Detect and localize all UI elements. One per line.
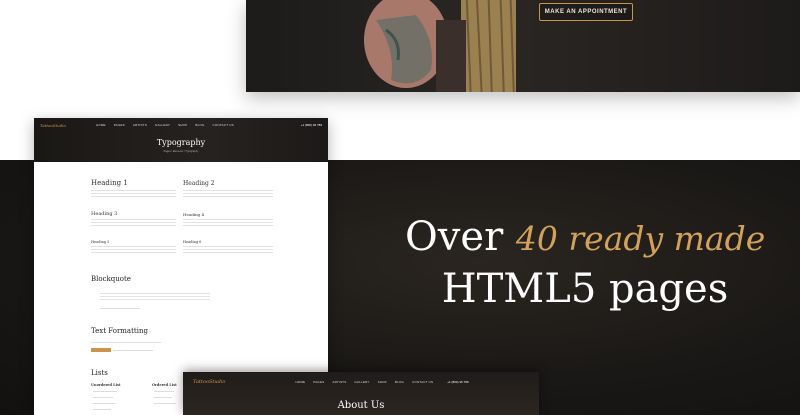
about-nav-home[interactable]: HOME: [295, 380, 305, 384]
blockquote-title: Blockquote: [91, 275, 131, 283]
heading-3-sample: Heading 3: [91, 211, 118, 217]
nav-phone: +1 (800) 36 789: [300, 123, 322, 127]
about-nav-phone: +1 (800) 36 789: [447, 380, 469, 384]
blockquote-text-lines: [100, 293, 210, 302]
text-formatting-title: Text Formatting: [91, 327, 148, 335]
typography-page-preview: TattooStudio HOME PAGES ARTISTS GALLERY …: [34, 118, 328, 415]
nav-item-shop[interactable]: SHOP: [178, 123, 187, 127]
nav-item-pages[interactable]: PAGES: [114, 123, 125, 127]
unordered-list-item: [93, 409, 111, 410]
unordered-list-title: Unordered List: [91, 383, 121, 387]
nav-item-blog[interactable]: BLOG: [195, 123, 204, 127]
about-page-title: About Us: [337, 400, 385, 411]
nav-item-gallery[interactable]: GALLERY: [155, 123, 170, 127]
blockquote-author: [100, 308, 140, 309]
about-navbar: TattooStudio HOME PAGES ARTISTS GALLERY …: [183, 378, 539, 386]
heading-6-text-lines: [183, 246, 273, 255]
tattoo-figure-image: [364, 0, 516, 92]
about-nav-shop[interactable]: SHOP: [378, 380, 387, 384]
breadcrumb: Pages / Elements / Typography: [163, 150, 199, 153]
lists-title: Lists: [91, 369, 108, 377]
headline-line-2: HTML5 pages: [441, 266, 729, 312]
heading-3-text-lines: [91, 219, 176, 228]
heading-6-sample: Heading 6: [183, 240, 202, 244]
typography-navbar: TattooStudio HOME PAGES ARTISTS GALLERY …: [34, 118, 328, 132]
about-nav-artists[interactable]: ARTISTS: [332, 380, 346, 384]
typography-page-title: Typography: [156, 138, 206, 147]
nav-item-home[interactable]: HOME: [96, 123, 106, 127]
typography-logo[interactable]: TattooStudio: [40, 123, 66, 128]
promo-headline: Over 40 ready made HTML5 pages: [405, 212, 765, 314]
ordered-list-item: [154, 391, 174, 392]
heading-1-sample: Heading 1: [91, 179, 128, 187]
nav-item-artists[interactable]: ARTISTS: [133, 123, 147, 127]
heading-4-sample: Heading 4: [183, 212, 205, 217]
hero-preview: MAKE AN APPOINTMENT: [246, 0, 800, 92]
unordered-list-item: [93, 397, 113, 398]
about-nav-gallery[interactable]: GALLERY: [354, 380, 369, 384]
ordered-list-title: Ordered List: [152, 383, 177, 387]
heading-2-sample: Heading 2: [183, 180, 215, 187]
headline-accent: 40 ready made: [515, 219, 766, 258]
ordered-list-item: [154, 403, 176, 404]
highlight-tag: [91, 348, 111, 352]
nav-item-contact[interactable]: CONTACT US: [213, 123, 234, 127]
formatting-text-line: [113, 350, 153, 351]
heading-4-text-lines: [183, 219, 273, 228]
text-formatting-lines: [91, 342, 161, 345]
headline-line-1: Over 40 ready made: [405, 212, 765, 264]
about-page-preview: TattooStudio HOME PAGES ARTISTS GALLERY …: [183, 372, 539, 415]
about-nav-contact[interactable]: CONTACT US: [412, 380, 433, 384]
ordered-list-item: [154, 397, 172, 398]
about-nav-blog[interactable]: BLOG: [395, 380, 404, 384]
about-logo[interactable]: TattooStudio: [193, 379, 225, 385]
heading-1-text-lines: [91, 190, 176, 199]
unordered-list-item: [93, 391, 117, 392]
heading-5-sample: Heading 5: [91, 240, 110, 244]
make-appointment-button[interactable]: MAKE AN APPOINTMENT: [539, 3, 633, 21]
typography-page-header: TattooStudio HOME PAGES ARTISTS GALLERY …: [34, 118, 328, 162]
headline-prefix: Over: [405, 214, 516, 260]
unordered-list-item: [93, 403, 115, 404]
heading-2-text-lines: [183, 190, 273, 199]
about-nav-pages[interactable]: PAGES: [313, 380, 324, 384]
heading-5-text-lines: [91, 246, 176, 255]
